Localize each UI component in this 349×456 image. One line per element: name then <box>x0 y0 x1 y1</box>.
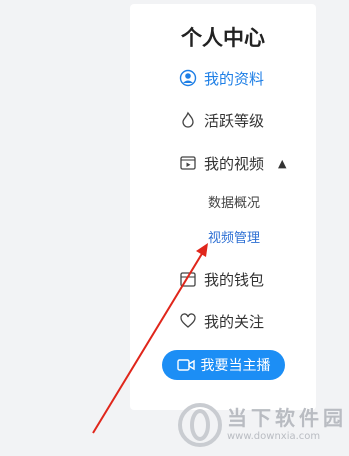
watermark-url: www.downxia.com <box>227 431 321 442</box>
watermark-title: 当下软件园 <box>227 406 347 430</box>
watermark: 当下软件园 www.downxia.com <box>175 400 349 456</box>
watermark-logo-icon <box>178 403 222 447</box>
annotation-arrow <box>92 243 208 434</box>
